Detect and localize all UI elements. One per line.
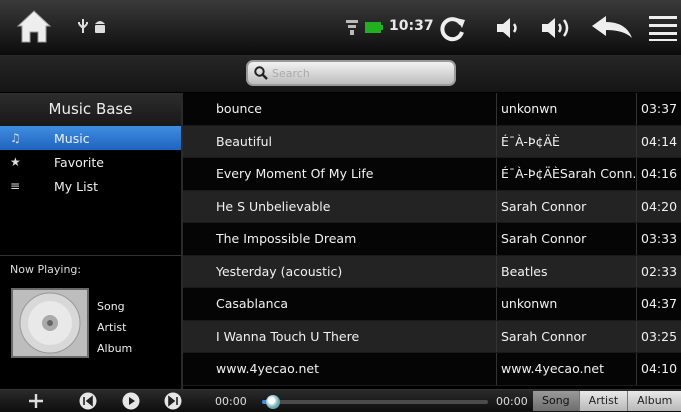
now-playing-artist: Artist	[97, 321, 127, 334]
sidebar-item-label: My List	[54, 178, 99, 194]
progress-slider[interactable]	[262, 395, 488, 409]
now-playing-label: Now Playing:	[10, 263, 82, 276]
signal-icon	[345, 18, 359, 36]
track-artist: www.4yecao.net	[496, 353, 636, 385]
tab-artist[interactable]: Artist	[579, 391, 629, 411]
back-icon[interactable]	[590, 14, 634, 42]
sidebar-item-label: Music	[54, 130, 90, 146]
track-artist: É¯À-Þ¢ÄÈSarah Conn...	[496, 158, 636, 190]
track-list: bounce unkonwn 03:37 Beautiful É¯À-Þ¢ÄÈ …	[183, 93, 681, 386]
music-note-icon: ♫	[10, 131, 21, 145]
usb-icon	[76, 18, 90, 34]
track-duration: 03:37	[636, 93, 681, 125]
table-row[interactable]: www.4yecao.net www.4yecao.net 04:10	[183, 353, 681, 386]
track-artist: Sarah Connor	[496, 190, 636, 222]
now-playing-panel: Now Playing: Song Artist Album	[0, 255, 181, 389]
add-icon[interactable]	[26, 392, 46, 410]
elapsed-time: 00:00	[215, 395, 247, 408]
track-artist: unkonwn	[496, 288, 636, 320]
tab-album[interactable]: Album	[628, 391, 681, 411]
search-box[interactable]	[246, 60, 456, 86]
track-duration: 04:10	[636, 353, 681, 385]
track-title: Beautiful	[216, 133, 273, 149]
track-artist: Sarah Connor	[496, 320, 636, 352]
track-title: The Impossible Dream	[216, 231, 357, 247]
track-duration: 04:16	[636, 158, 681, 190]
table-row[interactable]: Yesterday (acoustic) Beatles 02:33	[183, 255, 681, 288]
volume-up-icon[interactable]	[540, 14, 576, 42]
table-row[interactable]: Casablanca unkonwn 04:37	[183, 288, 681, 321]
table-row[interactable]: The Impossible Dream Sarah Connor 03:33	[183, 223, 681, 256]
android-icon	[92, 18, 108, 34]
track-artist: unkonwn	[496, 93, 636, 125]
table-row[interactable]: Every Moment Of My Life É¯À-Þ¢ÄÈSarah Co…	[183, 158, 681, 191]
status-bar: 10:37	[0, 0, 681, 56]
home-icon[interactable]	[14, 6, 54, 46]
sidebar-item-my-list[interactable]: ≡ My List	[0, 174, 181, 198]
total-time: 00:00	[496, 395, 528, 408]
sidebar-item-music[interactable]: ♫ Music	[0, 126, 181, 150]
tab-song[interactable]: Song	[533, 391, 580, 411]
track-duration: 04:37	[636, 288, 681, 320]
track-artist: Beatles	[496, 255, 636, 287]
track-duration: 03:25	[636, 320, 681, 352]
battery-icon	[365, 22, 383, 33]
search-input[interactable]	[272, 66, 442, 80]
previous-icon[interactable]	[78, 392, 98, 410]
now-playing-meta: Song Artist Album	[97, 296, 132, 359]
menu-icon[interactable]	[648, 14, 678, 42]
track-title: Yesterday (acoustic)	[216, 263, 343, 279]
track-artist: Sarah Connor	[496, 223, 636, 255]
sidebar-item-label: Favorite	[54, 154, 104, 170]
track-artist: É¯À-Þ¢ÄÈ	[496, 125, 636, 157]
table-row[interactable]: I Wanna Touch U There Sarah Connor 03:25	[183, 320, 681, 353]
search-row	[0, 56, 681, 92]
track-title: Casablanca	[216, 296, 289, 312]
progress-knob[interactable]	[266, 395, 281, 409]
status-clock: 10:37	[389, 18, 434, 34]
sidebar-item-favorite[interactable]: ★ Favorite	[0, 150, 181, 174]
next-icon[interactable]	[163, 392, 183, 410]
track-title: bounce	[216, 101, 262, 117]
star-icon: ★	[10, 155, 21, 169]
volume-down-icon[interactable]	[495, 16, 523, 40]
refresh-icon[interactable]	[438, 14, 468, 42]
search-icon	[254, 66, 268, 80]
sidebar-title: Music Base	[0, 93, 181, 126]
track-title: He S Unbelievable	[216, 198, 331, 214]
table-row[interactable]: bounce unkonwn 03:37	[183, 93, 681, 126]
playlist-icon: ≡	[10, 179, 21, 193]
track-duration: 04:20	[636, 190, 681, 222]
play-icon[interactable]	[121, 392, 141, 410]
sort-tabs: Song Artist Album	[533, 391, 681, 411]
table-row[interactable]: He S Unbelievable Sarah Connor 04:20	[183, 190, 681, 223]
track-duration: 02:33	[636, 255, 681, 287]
player-bar: 00:00 00:00 Song Artist Album	[0, 389, 681, 412]
now-playing-album: Album	[97, 342, 133, 355]
track-title: I Wanna Touch U There	[216, 328, 360, 344]
track-duration: 03:33	[636, 223, 681, 255]
sidebar: Music Base ♫ Music ★ Favorite ≡ My List …	[0, 93, 183, 389]
track-duration: 04:14	[636, 125, 681, 157]
album-art-cd-icon	[11, 288, 89, 358]
track-title: www.4yecao.net	[216, 361, 319, 377]
now-playing-song: Song	[97, 300, 125, 313]
track-title: Every Moment Of My Life	[216, 166, 374, 182]
table-row[interactable]: Beautiful É¯À-Þ¢ÄÈ 04:14	[183, 125, 681, 158]
